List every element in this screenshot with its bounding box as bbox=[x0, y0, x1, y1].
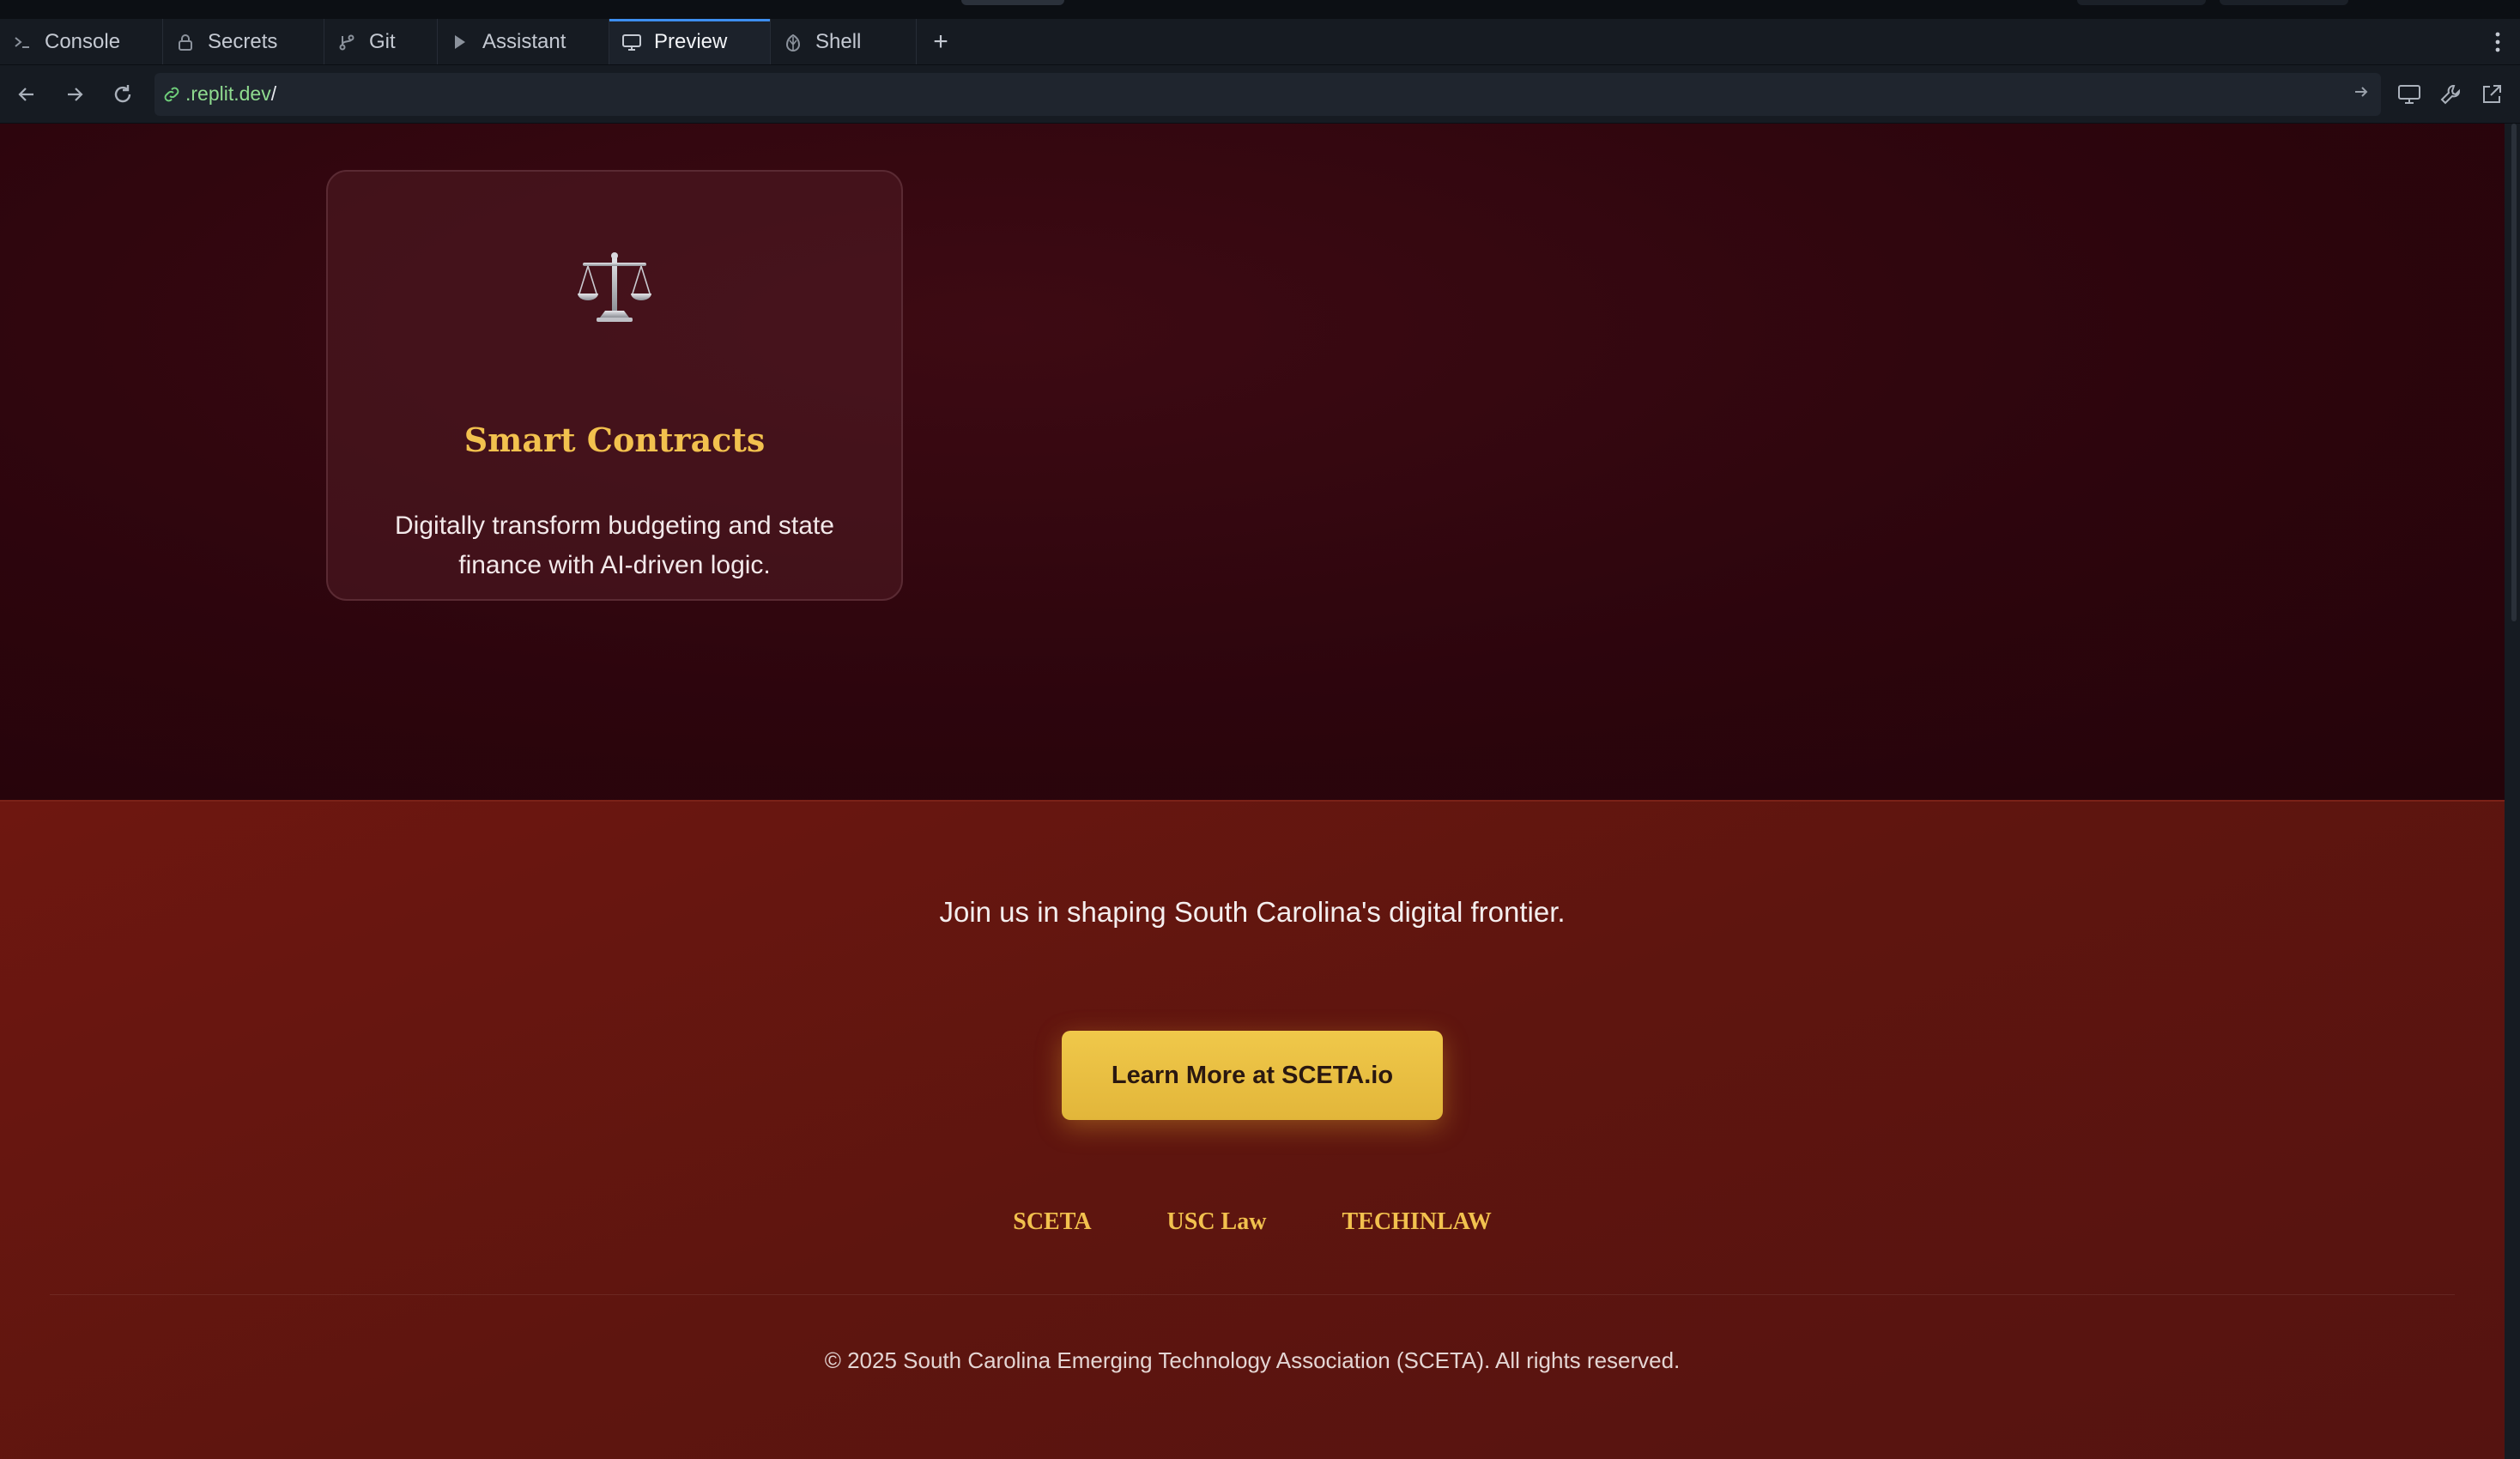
copyright-text: © 2025 South Carolina Emerging Technolog… bbox=[824, 1347, 1681, 1373]
reload-icon bbox=[114, 84, 131, 102]
shell-icon bbox=[783, 32, 803, 52]
footer-link-sceta[interactable]: SCETA bbox=[1013, 1208, 1091, 1236]
footer-links: SCETA USC Law TECHINLAW bbox=[0, 1208, 2505, 1236]
scrollbar-thumb[interactable] bbox=[2511, 124, 2517, 621]
more-options-icon[interactable] bbox=[2494, 19, 2501, 65]
open-new-tab-icon[interactable] bbox=[2479, 82, 2505, 107]
device-preview-icon[interactable] bbox=[2396, 82, 2422, 107]
link-icon bbox=[164, 87, 179, 101]
balance-scale-icon bbox=[328, 249, 901, 326]
lock-icon bbox=[175, 32, 196, 52]
url-path: / bbox=[270, 82, 277, 105]
footer-section: Join us in shaping South Carolina's digi… bbox=[0, 800, 2505, 1459]
tab-console[interactable]: Console bbox=[0, 19, 163, 64]
assistant-icon bbox=[450, 32, 470, 52]
address-bar-tools bbox=[2396, 82, 2505, 107]
top-control-b bbox=[2220, 0, 2348, 5]
tab-preview[interactable]: Preview bbox=[609, 19, 771, 64]
add-tab-button[interactable]: + bbox=[917, 19, 965, 64]
tab-assistant[interactable]: Assistant bbox=[438, 19, 609, 64]
url-input[interactable]: .replit.dev / bbox=[154, 72, 2381, 116]
go-arrow-icon[interactable] bbox=[2352, 82, 2371, 106]
top-handle bbox=[961, 0, 1064, 5]
workspace-tab-bar: Console Secrets Git Assistant Preview Sh… bbox=[0, 19, 2520, 65]
tab-label: Preview bbox=[654, 29, 728, 53]
footer-link-techinlaw[interactable]: TECHINLAW bbox=[1342, 1208, 1491, 1236]
learn-more-button[interactable]: Learn More at SCETA.io bbox=[1062, 1031, 1443, 1120]
feature-card-title: Smart Contracts bbox=[463, 421, 766, 459]
reload-button[interactable] bbox=[101, 73, 144, 116]
git-branch-icon bbox=[336, 32, 357, 52]
tab-label: Secrets bbox=[208, 29, 278, 53]
devtools-wrench-icon[interactable] bbox=[2438, 82, 2463, 107]
back-button[interactable] bbox=[5, 73, 48, 116]
tab-label: Assistant bbox=[482, 29, 566, 53]
top-control-a bbox=[2077, 0, 2206, 5]
tab-label: Console bbox=[45, 29, 121, 53]
tab-label: Shell bbox=[815, 29, 862, 53]
arrow-left-icon bbox=[18, 87, 33, 101]
tab-secrets[interactable]: Secrets bbox=[163, 19, 324, 64]
window-top-strip bbox=[0, 0, 2520, 19]
preview-address-bar: .replit.dev / bbox=[0, 65, 2520, 124]
join-tagline: Join us in shaping South Carolina's digi… bbox=[939, 896, 1566, 928]
tab-label: Git bbox=[369, 29, 396, 53]
arrow-right-icon bbox=[68, 87, 83, 101]
tab-shell[interactable]: Shell bbox=[771, 19, 917, 64]
forward-button[interactable] bbox=[53, 73, 96, 116]
preview-viewport: Smart Contracts Digitally transform budg… bbox=[0, 124, 2505, 1459]
features-section: Smart Contracts Digitally transform budg… bbox=[0, 124, 2505, 800]
terminal-icon bbox=[12, 32, 33, 52]
feature-card-description: Digitally transform budgeting and state … bbox=[395, 512, 834, 579]
tab-git[interactable]: Git bbox=[324, 19, 438, 64]
url-host: .replit.dev bbox=[185, 82, 271, 105]
preview-scrollbar[interactable] bbox=[2505, 124, 2520, 1459]
feature-card-smart-contracts: Smart Contracts Digitally transform budg… bbox=[326, 170, 903, 601]
monitor-icon bbox=[621, 32, 642, 52]
footer-divider bbox=[50, 1294, 2455, 1295]
footer-link-usc-law[interactable]: USC Law bbox=[1167, 1208, 1267, 1236]
